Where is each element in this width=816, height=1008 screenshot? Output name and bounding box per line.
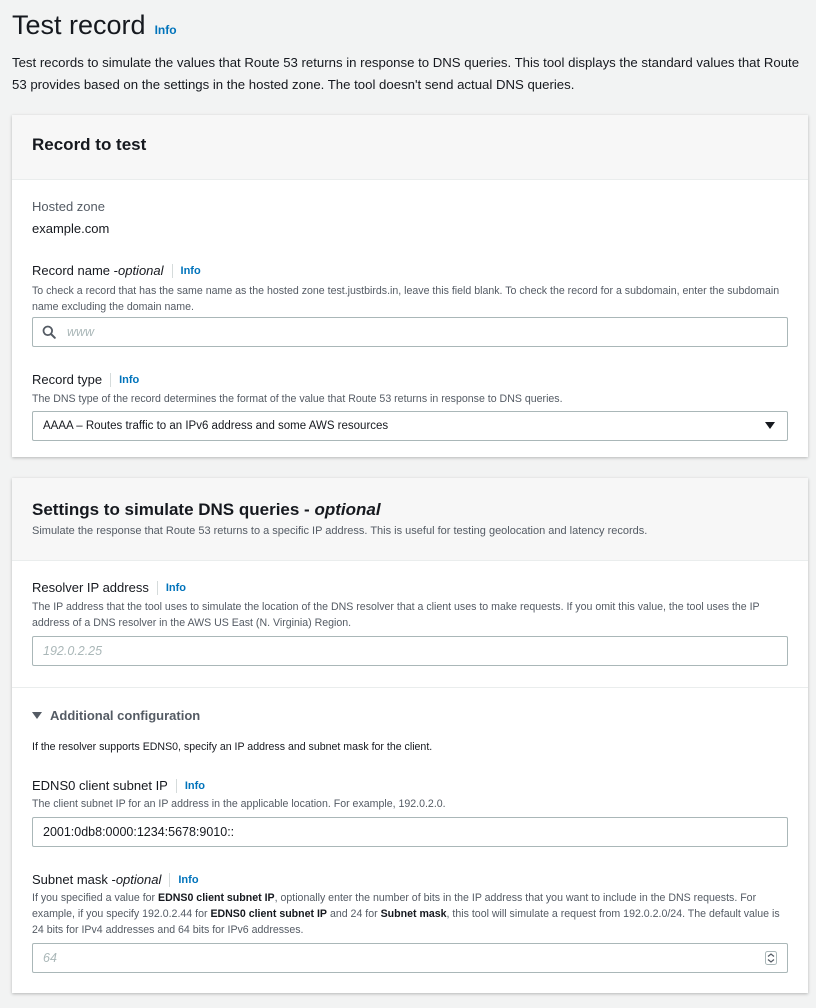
edns-info-link[interactable]: Info — [185, 780, 205, 792]
subnet-hint-bold: Subnet mask — [380, 908, 447, 920]
label-divider — [169, 872, 171, 887]
subnet-info-link[interactable]: Info — [178, 874, 198, 886]
subnet-mask-input[interactable]: 64 — [32, 943, 788, 973]
resolver-ip-input[interactable]: 192.0.2.25 — [32, 636, 788, 666]
resolver-info-link[interactable]: Info — [166, 582, 186, 594]
subnet-hint: If you specified a value for EDNS0 clien… — [32, 890, 792, 938]
record-to-test-panel: Record to test Hosted zone example.com R… — [12, 115, 808, 457]
page-title: Test record — [12, 10, 146, 40]
stepper-icon[interactable] — [765, 951, 777, 965]
hosted-zone-value: example.com — [32, 221, 110, 236]
record-type-select[interactable]: AAAA – Routes traffic to an IPv6 address… — [32, 411, 788, 441]
edns-client-subnet-value: 2001:0db8:0000:1234:5678:9010:: — [43, 825, 235, 839]
panel-title: Settings to simulate DNS queries - optio… — [32, 500, 381, 520]
hosted-zone-label: Hosted zone — [32, 199, 105, 214]
page-description: Test records to simulate the values that… — [12, 55, 800, 92]
label-divider — [156, 580, 158, 595]
edns-client-subnet-input[interactable]: 2001:0db8:0000:1234:5678:9010:: — [32, 817, 788, 847]
edns-hint: The client subnet IP for an IP address i… — [32, 798, 446, 810]
subnet-optional: optional — [115, 872, 162, 887]
subnet-label-row: Subnet mask - optional Info — [32, 872, 199, 887]
record-name-label-row: Record name - optional Info — [32, 263, 201, 278]
caret-down-icon — [765, 422, 775, 430]
additional-config-label: Additional configuration — [50, 708, 201, 723]
panel-title-text: Settings to simulate DNS queries - — [32, 500, 315, 519]
record-type-label: Record type — [32, 372, 103, 387]
record-name-placeholder: www — [67, 325, 95, 339]
panel-header: Record to test — [12, 115, 808, 180]
simulate-dns-panel: Settings to simulate DNS queries - optio… — [12, 478, 808, 993]
record-type-hint: The DNS type of the record determines th… — [32, 393, 563, 405]
subnet-hint-bold: EDNS0 client subnet IP — [158, 892, 275, 904]
record-type-selected: AAAA – Routes traffic to an IPv6 address… — [43, 420, 389, 432]
record-name-optional: optional — [117, 263, 164, 278]
record-name-hint: To check a record that has the same name… — [32, 285, 780, 313]
section-divider — [12, 687, 808, 688]
record-name-input[interactable]: www — [32, 317, 788, 347]
label-divider — [171, 263, 173, 278]
resolver-label: Resolver IP address — [32, 580, 149, 595]
search-icon — [42, 325, 56, 339]
title-info-link[interactable]: Info — [155, 23, 177, 37]
label-divider — [175, 778, 177, 793]
edns-label: EDNS0 client subnet IP — [32, 778, 168, 793]
record-name-label: Record name - — [32, 263, 118, 278]
panel-title-optional: optional — [314, 500, 381, 519]
panel-subtitle: Simulate the response that Route 53 retu… — [32, 525, 648, 537]
record-type-info-link[interactable]: Info — [119, 374, 139, 386]
label-divider — [110, 372, 112, 387]
additional-config-description: If the resolver supports EDNS0, specify … — [32, 741, 433, 753]
resolver-hint: The IP address that the tool uses to sim… — [32, 601, 760, 629]
resolver-ip-placeholder: 192.0.2.25 — [43, 644, 103, 658]
caret-down-icon — [32, 711, 42, 720]
subnet-hint-text: If you specified a value for — [32, 892, 159, 904]
subnet-hint-text: and 24 for — [327, 908, 381, 920]
record-type-label-row: Record type Info — [32, 372, 139, 387]
panel-title: Record to test — [32, 135, 147, 154]
subnet-label: Subnet mask - — [32, 872, 116, 887]
panel-header: Settings to simulate DNS queries - optio… — [12, 478, 808, 561]
edns-label-row: EDNS0 client subnet IP Info — [32, 778, 205, 793]
additional-config-toggle[interactable]: Additional configuration — [32, 708, 200, 723]
page-header: Test record Info — [12, 10, 177, 41]
resolver-label-row: Resolver IP address Info — [32, 580, 186, 595]
record-name-info-link[interactable]: Info — [181, 265, 201, 277]
subnet-hint-bold: EDNS0 client subnet IP — [210, 908, 327, 920]
subnet-mask-placeholder: 64 — [43, 951, 57, 965]
